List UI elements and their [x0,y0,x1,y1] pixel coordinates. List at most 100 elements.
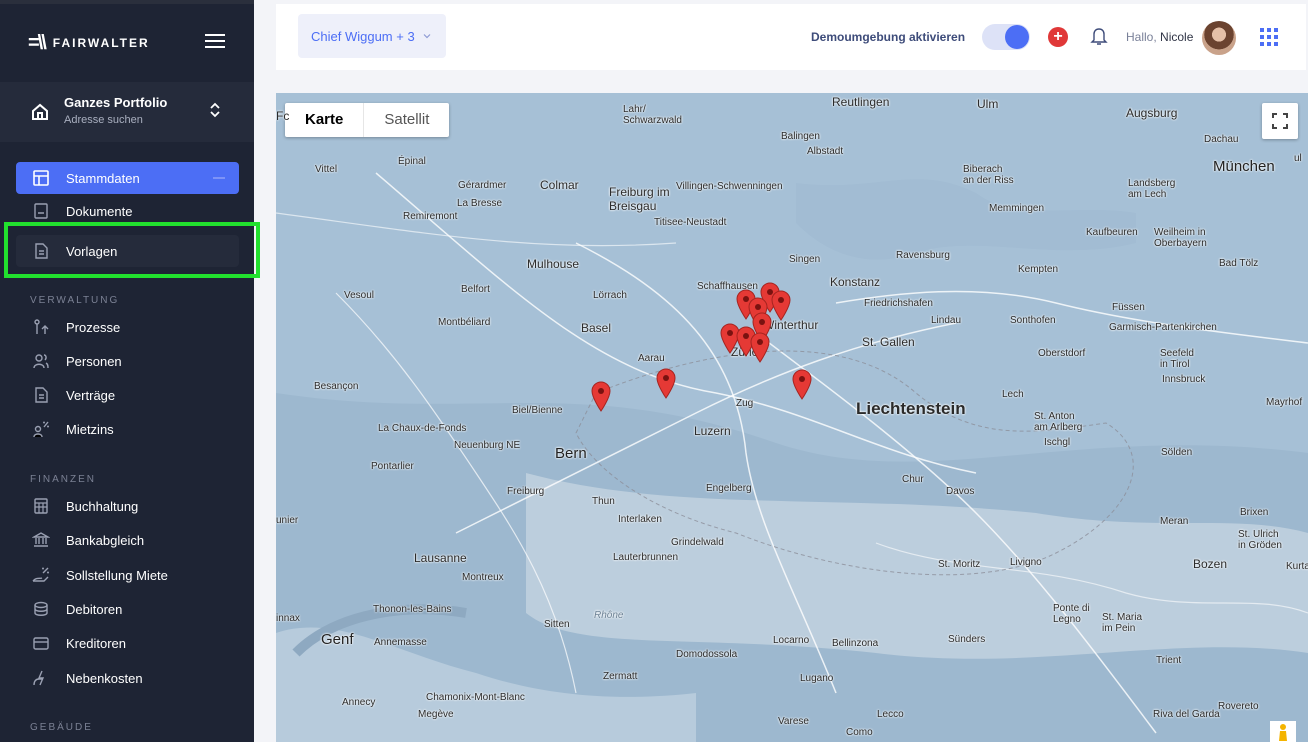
brand-name: FAIRWALTER [52,36,150,50]
demo-mode-toggle[interactable] [982,24,1030,50]
credit-card-icon [30,634,52,652]
map-label: Varese [778,716,809,727]
sidebar-item-mietzins[interactable]: Mietzins [16,413,239,445]
map-label: Biel/Bienne [512,405,563,416]
property-map-pin[interactable] [791,368,813,400]
sidebar-item-label: Dokumente [66,203,133,219]
map-label: Remiremont [403,211,458,222]
map-label: Friedrichshafen [864,298,933,309]
sidebar-item-kreditoren[interactable]: Kreditoren [16,627,239,659]
map-label: Interlaken [618,514,662,525]
sidebar-item-prozesse[interactable]: Prozesse [16,311,239,343]
map-label: St. Maria im Pein [1102,612,1143,634]
map-label: Lahr/ Schwarzwald [623,104,682,126]
sidebar-item-label: Verträge [66,387,116,403]
percent-person-icon [30,420,52,438]
map-label: Ulm [977,97,999,111]
street-view-pegman-icon[interactable] [1270,721,1296,742]
map-label: St. Moritz [938,559,981,570]
map-label: Seefeld in Tirol [1160,348,1194,370]
map-label: Kaufbeuren [1086,227,1138,238]
map-label: Trient [1156,655,1182,666]
property-map-pin[interactable] [749,331,771,363]
sidebar-item-buchhaltung[interactable]: Buchhaltung [16,490,239,522]
brand-logo[interactable]: =\\ FAIRWALTER [28,32,150,54]
process-icon [30,318,52,336]
map-label: Weilheim in Oberbayern [1154,227,1207,249]
sidebar-item-label: Buchhaltung [66,498,139,514]
map-label: Annecy [342,697,376,708]
sidebar-item-debitoren[interactable]: Debitoren [16,593,239,625]
map-label: Chur [902,474,924,485]
map-label: Freiburg im Breisgau [609,185,670,213]
map-label: Locarno [773,635,810,646]
map-label: unier [276,515,299,526]
map-label: Mayrhof [1266,397,1303,408]
map-label: Freiburg [507,486,545,497]
map-label: Bellinzona [832,638,879,649]
sidebar-item-label: Nebenkosten [66,670,143,686]
map-label: St. Anton am Arlberg [1034,411,1083,433]
map-label: Neuenburg NE [454,440,521,451]
map-type-satellit[interactable]: Satellit [363,103,449,137]
bank-icon [30,531,52,549]
property-map-pin[interactable] [770,289,792,321]
map-label: Domodossola [676,649,738,660]
sidebar-item-label: Stammdaten [66,170,140,186]
map-label: Vittel [315,164,338,175]
sidebar-item-sollstellung-miete[interactable]: Sollstellung Miete [16,559,239,591]
portfolio-map[interactable]: Karte Satellit Reutlingen Ulm Augsburg M… [276,93,1308,742]
map-label: Thonon-les-Bains [373,604,452,615]
sidebar-item-stammdaten[interactable]: Stammdaten [16,162,239,194]
home-icon [32,103,48,120]
map-label: Zermatt [603,671,638,682]
map-label: Sölden [1161,447,1193,458]
portfolio-title: Ganzes Portfolio [64,95,168,110]
map-label: Livigno [1010,557,1042,568]
map-label: Zug [736,398,754,409]
map-label: Colmar [540,178,579,192]
map-label: Engelberg [706,483,752,494]
selection-highlight [4,222,260,278]
map-label: St. Ulrich in Gröden [1238,529,1282,551]
map-label: Gérardmer [458,180,507,191]
avatar[interactable] [1202,21,1236,55]
chevron-updown-icon [210,102,220,118]
map-label: Titisee-Neustadt [654,217,727,228]
map-label: Lindau [931,315,962,326]
property-map-pin[interactable] [590,380,612,412]
bell-icon[interactable] [1090,26,1108,46]
map-label: Montbéliard [438,317,491,328]
sidebar-item-dokumente[interactable]: Dokumente [16,200,239,222]
sidebar-item-label: Personen [66,353,122,369]
map-label: Mulhouse [527,257,580,271]
sidebar-item-label: Mietzins [66,421,114,437]
portfolio-selector[interactable]: Ganzes Portfolio Adresse suchen [0,82,254,142]
map-label: Besançon [314,381,359,392]
sidebar-item-personen[interactable]: Personen [16,345,239,377]
utility-costs-icon [30,669,52,687]
map-label: Kempten [1018,264,1059,275]
fullscreen-icon[interactable] [1262,103,1298,139]
map-type-karte[interactable]: Karte [285,103,363,137]
map-label: Grindelwald [671,537,724,548]
swiss-cross-icon[interactable]: + [1048,27,1068,47]
map-label: Garmisch-Partenkirchen [1109,322,1217,333]
map-label: Kurtal [1286,561,1308,572]
map-label: Albstadt [807,146,844,157]
map-label: Sünders [948,634,986,645]
sidebar-item-bankabgleich[interactable]: Bankabgleich [16,524,239,556]
map-label: Bozen [1193,557,1228,571]
property-map-pin[interactable] [655,367,677,399]
tenant-selector[interactable]: Chief Wiggum + 3 [298,14,446,58]
map-label: Oberstdorf [1038,348,1086,359]
map-label: Sonthofen [1010,315,1056,326]
apps-grid-icon[interactable] [1260,28,1278,46]
map-label: Aarau [638,353,665,364]
sidebar-item-nebenkosten[interactable]: Nebenkosten [16,662,239,694]
hamburger-menu-icon[interactable] [205,34,225,50]
sidebar-item-vertraege[interactable]: Verträge [16,379,239,411]
map-label: Rhône [594,610,624,621]
map-label: Biberach an der Riss [963,164,1014,186]
map-label: Basel [581,321,612,335]
